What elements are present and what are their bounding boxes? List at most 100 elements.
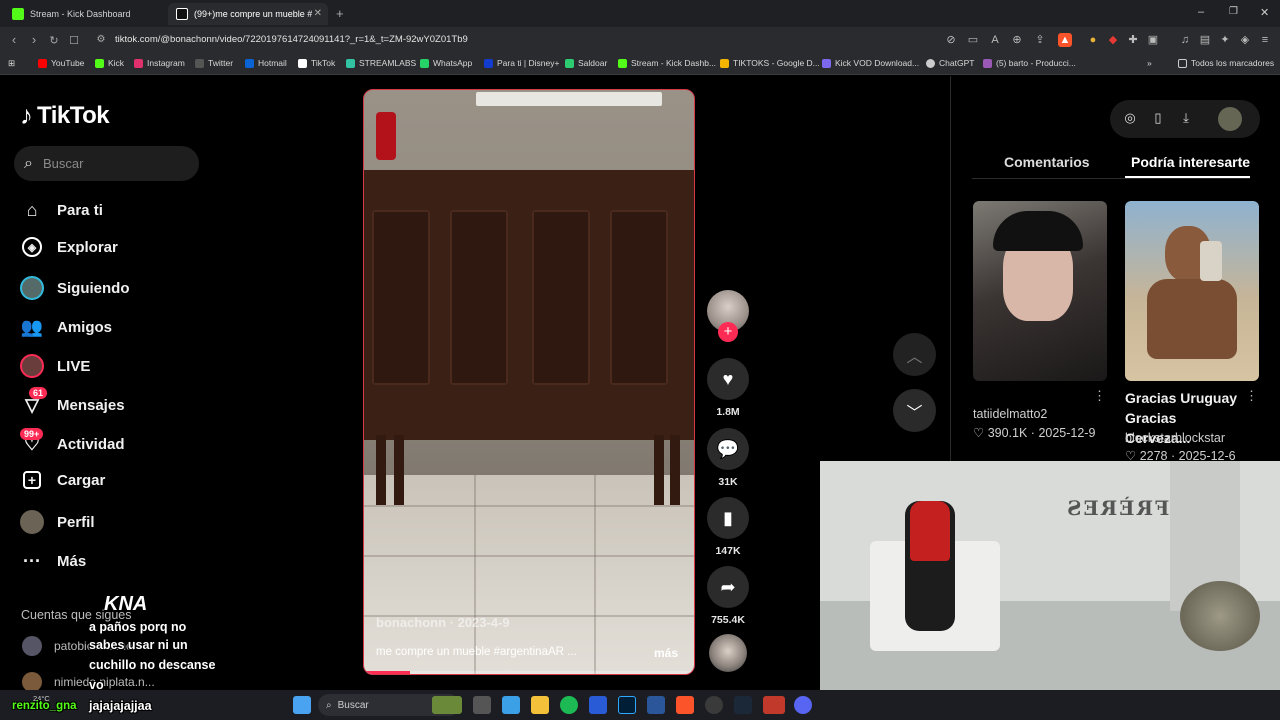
save-button[interactable]: ▮ 147K (707, 497, 749, 557)
card-options-icon[interactable]: ⋮ (1093, 388, 1106, 404)
obs-icon[interactable] (705, 696, 723, 714)
comment-button[interactable]: 💬 31K (707, 428, 749, 488)
restore-button[interactable]: ❐ (1229, 6, 1238, 17)
word-icon[interactable] (647, 696, 665, 714)
recommended-video-card[interactable] (973, 201, 1107, 381)
leo-icon[interactable]: ✦ (1218, 33, 1232, 47)
bookmark-instagram[interactable]: Instagram (134, 58, 185, 68)
bookmark-kick[interactable]: Kick (95, 58, 124, 68)
video-username[interactable]: bonachonn · 2023-4-9 (376, 615, 510, 630)
like-button[interactable]: ♥ 1.8M (707, 358, 749, 418)
bookmark-icon[interactable]: ☐ (66, 34, 82, 47)
messages-badge: 61 (29, 387, 48, 399)
share-button[interactable]: ➦ 755.4K (707, 566, 749, 626)
search-input[interactable]: ⌕ Buscar (14, 146, 199, 181)
all-bookmarks[interactable]: Todos los marcadores (1178, 58, 1274, 68)
widgets-icon[interactable] (502, 696, 520, 714)
close-tab-icon[interactable]: ✕ (314, 8, 322, 19)
extension-red-icon[interactable]: ◆ (1106, 33, 1120, 47)
download-icon[interactable]: ⤓ (1178, 110, 1194, 126)
bookmark-disney[interactable]: Para ti | Disney+ (484, 58, 559, 68)
extension-color-icon[interactable]: ● (1086, 33, 1100, 47)
video-progress-bar[interactable] (364, 671, 694, 674)
extension-icon[interactable]: ⊘ (944, 33, 958, 47)
brave-icon[interactable] (676, 696, 694, 714)
photoshop-icon[interactable] (618, 696, 636, 714)
nav-amigos[interactable]: 👥 Amigos (20, 315, 112, 339)
bookmark-google-drive[interactable]: TIKTOKS - Google D... (720, 58, 820, 68)
url-field[interactable]: tiktok.com/@bonachonn/video/722019761472… (115, 34, 468, 45)
nav-mensajes[interactable]: ▽ 61 Mensajes (20, 387, 125, 417)
tab-podria-interesarte[interactable]: Podría interesarte (1131, 154, 1250, 170)
vpn-icon[interactable]: ◈ (1238, 33, 1252, 47)
nav-para-ti[interactable]: ⌂ Para ti (20, 198, 103, 222)
video-player[interactable]: bonachonn · 2023-4-9 me compre un mueble… (363, 89, 695, 675)
sidebar-toggle-icon[interactable]: ▣ (1146, 33, 1160, 47)
more-button[interactable]: más (654, 646, 678, 660)
back-button[interactable]: ‹ (6, 32, 22, 47)
tab-title: Stream - Kick Dashboard (30, 9, 131, 19)
user-avatar[interactable] (1218, 107, 1242, 131)
nav-actividad[interactable]: ♡ 99+ Actividad (20, 428, 125, 456)
home-icon: ⌂ (26, 199, 38, 220)
steam-icon[interactable] (734, 696, 752, 714)
coin-icon[interactable]: ◎ (1122, 110, 1138, 126)
tab-comentarios[interactable]: Comentarios (1004, 154, 1090, 170)
wallet-icon[interactable]: ▤ (1198, 33, 1212, 47)
mobile-icon[interactable]: ▯ (1150, 110, 1166, 126)
reload-button[interactable]: ↻ (46, 34, 62, 47)
bookmark-saldoar[interactable]: Saldoar (565, 58, 607, 68)
previous-video-button[interactable]: ︿ (893, 333, 936, 376)
brave-shield-icon[interactable]: ▲ (1058, 33, 1072, 47)
new-tab-button[interactable]: + (336, 6, 344, 21)
card-username[interactable]: blockstarblockstar (1125, 431, 1225, 445)
task-view-icon[interactable] (473, 696, 491, 714)
tab-kick-dashboard[interactable]: Stream - Kick Dashboard (4, 3, 164, 25)
next-video-button[interactable]: ﹀ (893, 389, 936, 432)
nav-mas[interactable]: ··· Más (20, 549, 86, 573)
card-options-icon[interactable]: ⋮ (1245, 388, 1258, 404)
bookmark-whatsapp[interactable]: WhatsApp (420, 58, 472, 68)
forward-button[interactable]: › (26, 32, 42, 47)
nav-siguiendo[interactable]: Siguiendo (20, 276, 130, 300)
bookmark-kick-dashboard[interactable]: Stream - Kick Dashb... (618, 58, 716, 68)
extensions-icon[interactable]: ✚ (1126, 33, 1140, 47)
bookmark-hotmail[interactable]: Hotmail (245, 58, 287, 68)
spotify-icon[interactable] (560, 696, 578, 714)
music-disc[interactable] (709, 634, 747, 672)
follow-button[interactable]: + (718, 322, 738, 342)
nav-cargar[interactable]: + Cargar (20, 471, 105, 489)
translate-icon[interactable]: A (988, 33, 1002, 47)
bookmark-barto[interactable]: (5) barto - Producci... (983, 58, 1076, 68)
start-icon[interactable] (293, 696, 311, 714)
zoom-icon[interactable]: ⊕ (1010, 33, 1024, 47)
tiktok-logo[interactable]: ♪ TikTok (20, 100, 110, 131)
bookmark-chatgpt[interactable]: ChatGPT (926, 58, 974, 68)
file-explorer-icon[interactable] (531, 696, 549, 714)
more-bookmarks-icon[interactable]: » (1147, 58, 1152, 68)
recommended-video-card[interactable] (1125, 201, 1259, 381)
share-arrow-icon: ➦ (707, 566, 749, 608)
nav-perfil[interactable]: Perfil (20, 510, 95, 534)
menu-icon[interactable]: ≡ (1258, 33, 1272, 47)
site-settings-icon[interactable]: ⚙ (93, 34, 109, 45)
close-window-button[interactable]: ✕ (1260, 6, 1269, 19)
bookmark-streamlabs[interactable]: STREAMLABS (346, 58, 416, 68)
vegas-icon[interactable] (589, 696, 607, 714)
nav-live[interactable]: LIVE (20, 354, 90, 378)
apps-icon[interactable]: ⊞ (8, 58, 15, 69)
nav-explorar[interactable]: ◈ Explorar (20, 237, 118, 257)
discord-icon[interactable] (794, 696, 812, 714)
kick-icon (12, 8, 24, 20)
bookmark-kick-vod[interactable]: Kick VOD Download... (822, 58, 919, 68)
music-icon[interactable]: ♫ (1178, 33, 1192, 47)
bookmark-tiktok[interactable]: TikTok (298, 58, 335, 68)
tab-tiktok[interactable]: (99+)me compre un mueble #ar... ✕ (168, 3, 328, 25)
cast-icon[interactable]: ▭ (966, 33, 980, 47)
bookmark-youtube[interactable]: YouTube (38, 58, 84, 68)
voicemod-icon[interactable] (763, 696, 785, 714)
minimize-button[interactable]: – (1198, 6, 1204, 18)
card-username[interactable]: tatiidelmatto2 (973, 407, 1047, 421)
bookmark-twitter[interactable]: Twitter (195, 58, 233, 68)
share-icon[interactable]: ⇪ (1033, 33, 1047, 47)
